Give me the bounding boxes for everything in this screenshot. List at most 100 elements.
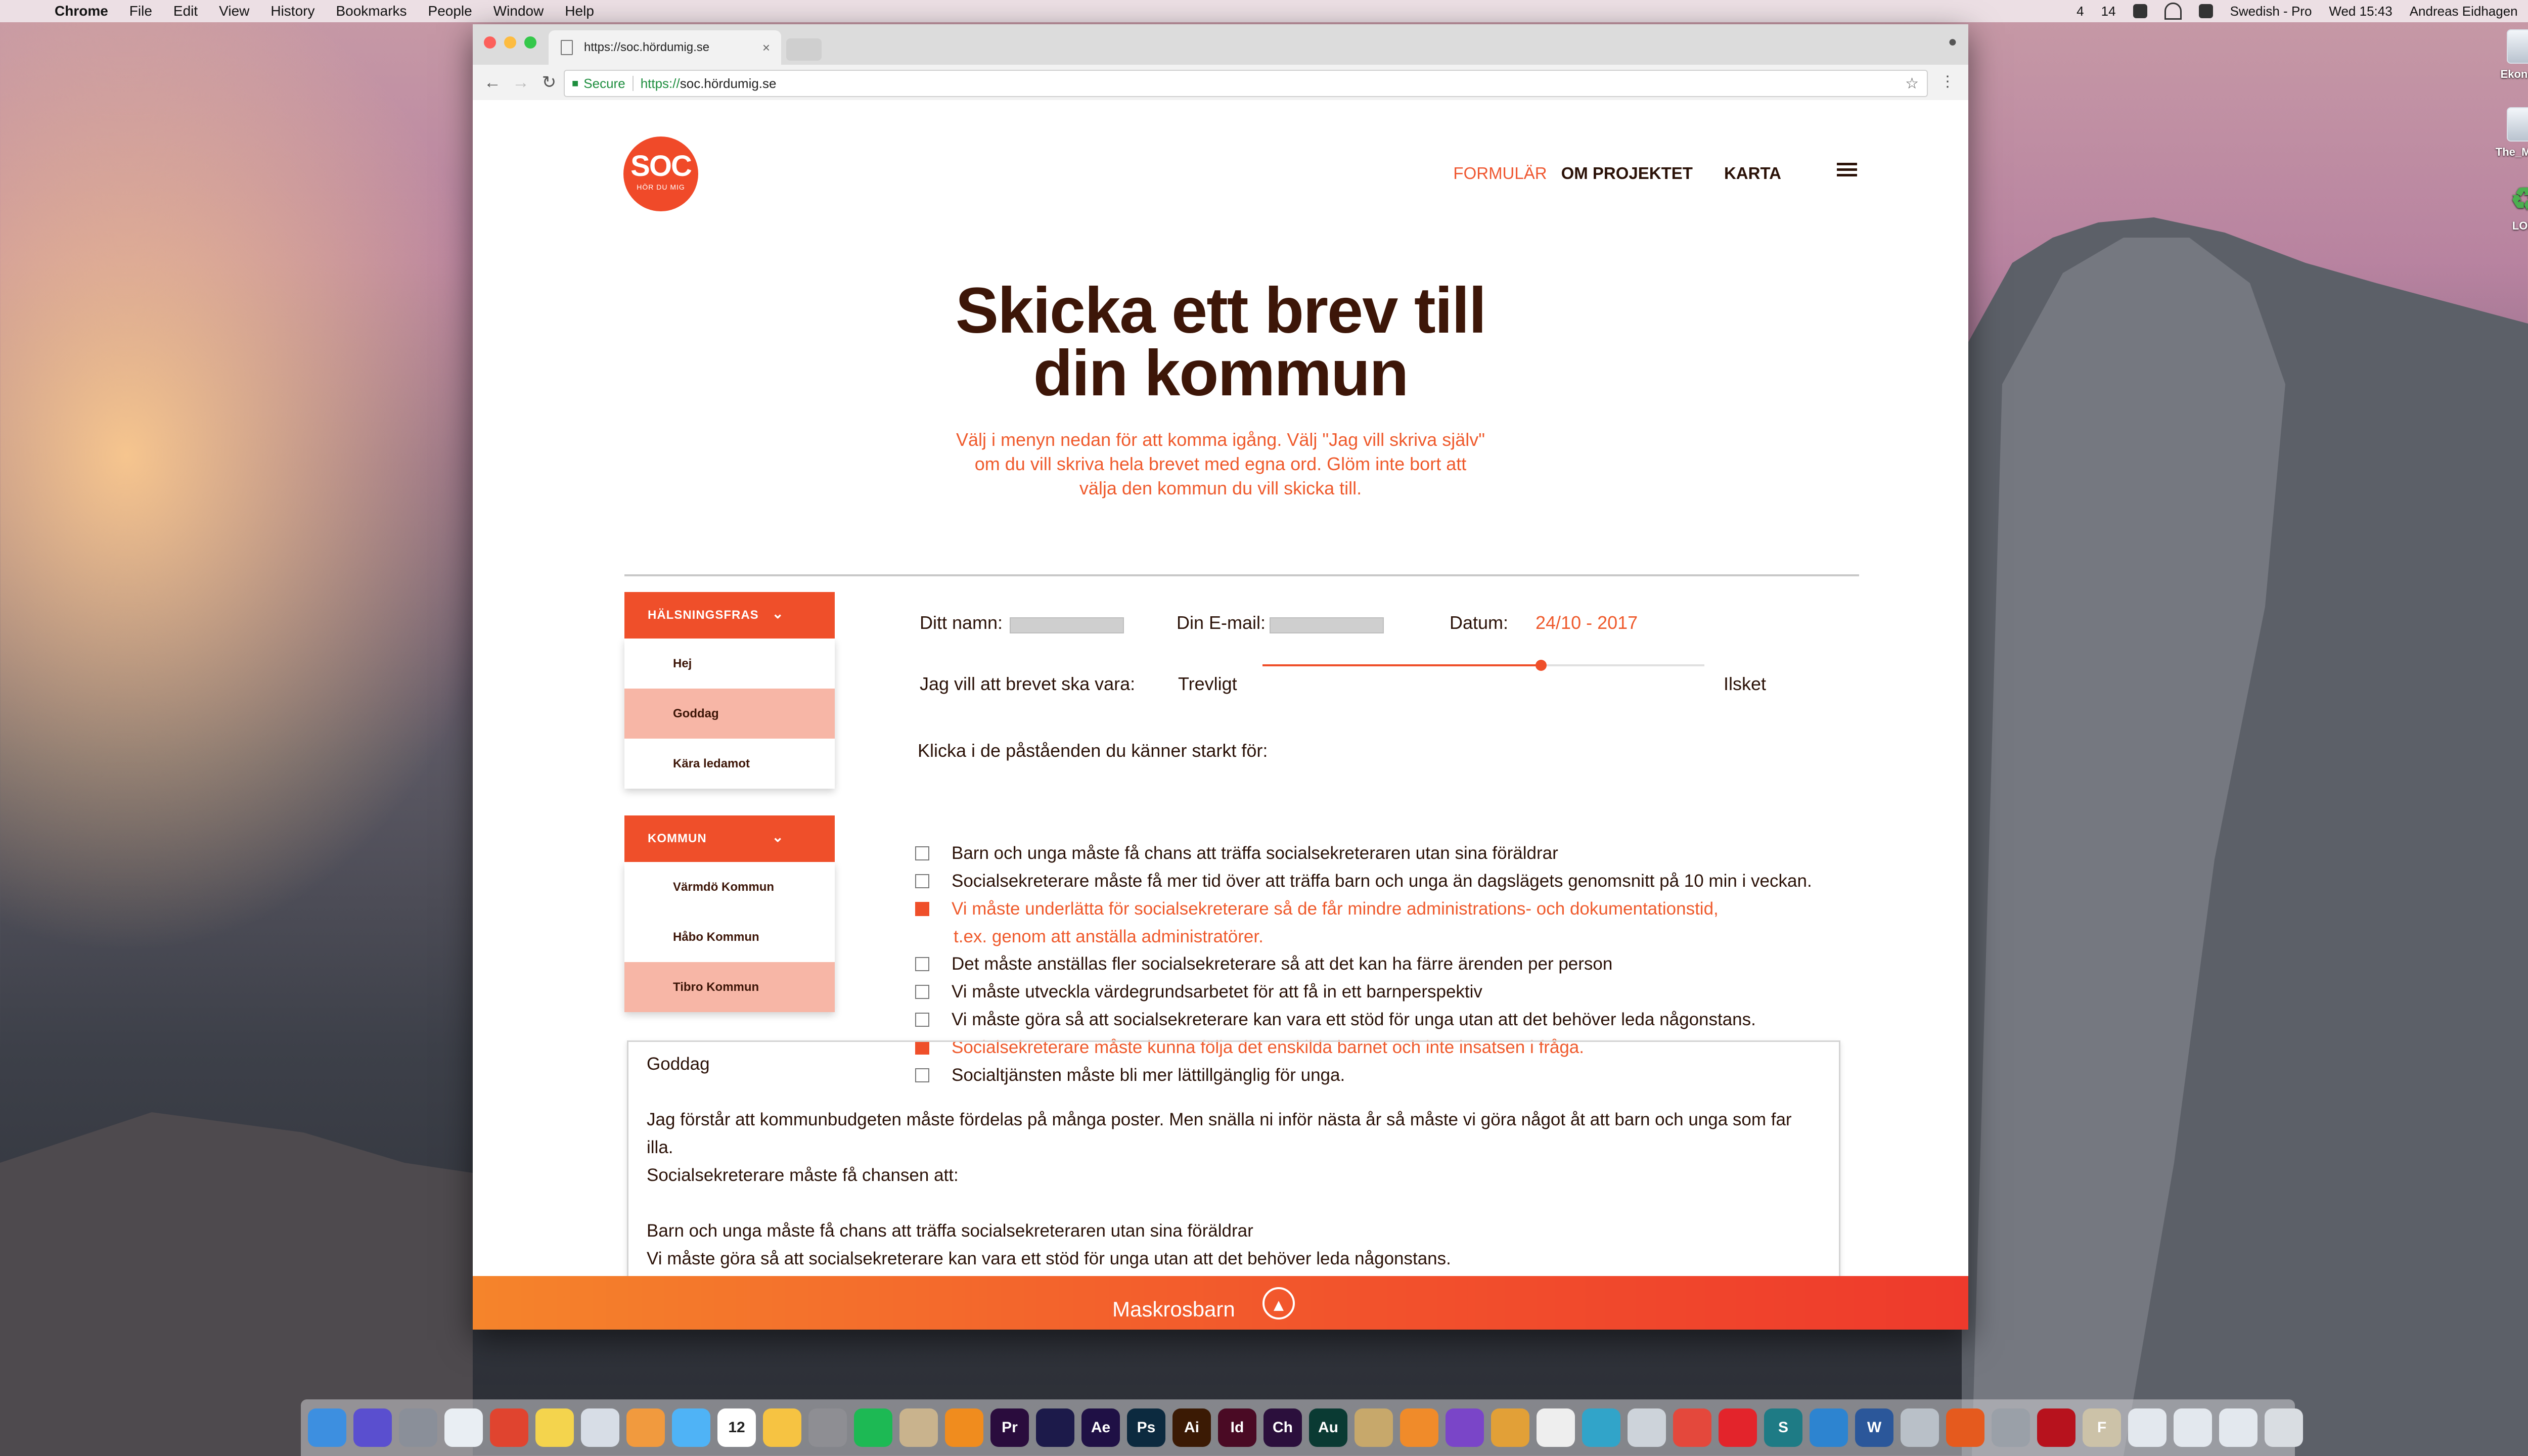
search-app-icon[interactable] <box>1582 1408 1620 1447</box>
statement-row[interactable]: Vi måste utveckla värdegrundsarbetet för… <box>915 982 1482 1002</box>
statement-checkbox[interactable] <box>915 1013 929 1027</box>
input-source[interactable]: Swedish - Pro <box>2230 4 2312 19</box>
greeting-option-hej[interactable]: Hej <box>624 639 835 689</box>
statement-row[interactable]: Barn och unga måste få chans att träffa … <box>915 843 1558 863</box>
hamburger-menu-icon[interactable] <box>1837 163 1857 179</box>
notepad-icon[interactable] <box>763 1408 801 1447</box>
desktop-icon-ekonomi[interactable]: Ekonomi <box>2484 29 2528 81</box>
calendar-icon[interactable]: 12 <box>717 1408 756 1447</box>
photoshop-icon[interactable]: Ps <box>1127 1408 1165 1447</box>
footer-emblem-icon[interactable]: ▲ <box>1262 1287 1295 1320</box>
tone-slider-handle[interactable] <box>1535 660 1547 671</box>
character-animator-icon[interactable]: Ch <box>1263 1408 1302 1447</box>
omnifocus-icon[interactable] <box>1446 1408 1484 1447</box>
system-preferences-icon[interactable] <box>808 1408 847 1447</box>
municipality-option-habo[interactable]: Håbo Kommun <box>624 912 835 962</box>
media-encoder-icon[interactable] <box>1036 1408 1074 1447</box>
browser-tab[interactable]: https://soc.hördumig.se × <box>549 30 781 65</box>
footer-brand[interactable]: Maskrosbarn <box>1112 1297 1235 1322</box>
trash-icon[interactable] <box>2265 1408 2303 1447</box>
volume-icon[interactable] <box>2198 4 2213 18</box>
illustrator-icon[interactable]: Ai <box>1172 1408 1211 1447</box>
books-icon[interactable] <box>1400 1408 1438 1447</box>
clock[interactable]: Wed 15:43 <box>2329 4 2392 19</box>
menu-app-name[interactable]: Chrome <box>55 3 108 19</box>
fire-icon[interactable] <box>1946 1408 1984 1447</box>
nav-karta[interactable]: KARTA <box>1724 164 1781 183</box>
menu-bookmarks[interactable]: Bookmarks <box>336 3 407 19</box>
greeting-dropdown-header[interactable]: HÄLSNINGSFRAS ⌄ <box>624 592 835 639</box>
folder-icon[interactable] <box>2128 1408 2166 1447</box>
status-badge-count[interactable]: 4 <box>2076 4 2084 19</box>
word-icon[interactable]: W <box>1855 1408 1893 1447</box>
after-effects-icon[interactable]: Ae <box>1081 1408 1120 1447</box>
profile-icon[interactable]: ● <box>1948 33 1957 51</box>
siri-icon[interactable] <box>353 1408 392 1447</box>
folder-icon[interactable] <box>2174 1408 2212 1447</box>
statement-checkbox[interactable] <box>915 985 929 999</box>
new-tab-button[interactable] <box>786 38 822 61</box>
menu-window[interactable]: Window <box>493 3 544 19</box>
menu-history[interactable]: History <box>270 3 314 19</box>
scribd-icon[interactable]: S <box>1764 1408 1802 1447</box>
flow-icon[interactable] <box>1810 1408 1848 1447</box>
desktop-icon-lod[interactable]: ♻ LOD <box>2484 183 2528 233</box>
photos-icon[interactable] <box>626 1408 665 1447</box>
municipality-option-varmdo[interactable]: Värmdö Kommun <box>624 862 835 912</box>
power-icon[interactable] <box>1719 1408 1757 1447</box>
bookmark-star-icon[interactable]: ☆ <box>1905 75 1919 93</box>
tasks-icon[interactable] <box>1491 1408 1529 1447</box>
email-field[interactable] <box>1270 617 1384 633</box>
nav-formular[interactable]: FORMULÄR <box>1453 164 1547 183</box>
finder-icon[interactable] <box>308 1408 346 1447</box>
user-name[interactable]: Andreas Eidhagen <box>2410 4 2518 19</box>
status-menu-icon[interactable] <box>2133 4 2147 18</box>
preview-scan-icon[interactable] <box>1901 1408 1939 1447</box>
script-icon[interactable] <box>899 1408 938 1447</box>
reload-icon[interactable]: ↻ <box>540 72 558 93</box>
back-icon[interactable]: ← <box>484 73 501 93</box>
site-logo[interactable]: SOC HÖR DU MIG <box>623 136 698 211</box>
close-window-button[interactable] <box>484 36 496 49</box>
rocket-icon[interactable] <box>1992 1408 2030 1447</box>
minimize-window-button[interactable] <box>504 36 516 49</box>
statement-checkbox[interactable] <box>915 957 929 971</box>
vlc-icon[interactable] <box>945 1408 983 1447</box>
apple-icon[interactable] <box>19 4 34 19</box>
statement-row[interactable]: Socialsekreterare måste få mer tid över … <box>915 871 1812 891</box>
municipality-option-tibro[interactable]: Tibro Kommun <box>624 962 835 1012</box>
greeting-option-goddag[interactable]: Goddag <box>624 689 835 739</box>
nav-om-projektet[interactable]: OM PROJEKTET <box>1561 164 1693 183</box>
package-icon[interactable] <box>1355 1408 1393 1447</box>
preview-icon[interactable] <box>581 1408 619 1447</box>
desktop-icon-the-motor[interactable]: The_Motor <box>2484 107 2528 159</box>
statement-checkbox[interactable] <box>915 874 929 888</box>
indesign-icon[interactable]: Id <box>1218 1408 1256 1447</box>
browser-menu-icon[interactable]: ⋮ <box>1940 73 1955 90</box>
statement-row[interactable]: Det måste anställas fler socialsekretera… <box>915 954 1612 974</box>
statement-row[interactable]: Vi måste göra så att socialsekreterare k… <box>915 1010 1756 1030</box>
menu-file[interactable]: File <box>129 3 152 19</box>
chrome-icon[interactable] <box>490 1408 528 1447</box>
statement-row[interactable]: Vi måste underlätta för socialsekreterar… <box>915 899 1719 919</box>
notes-icon[interactable] <box>535 1408 574 1447</box>
municipality-dropdown-header[interactable]: KOMMUN ⌄ <box>624 815 835 862</box>
close-tab-icon[interactable]: × <box>762 40 770 56</box>
todoist-icon[interactable] <box>1673 1408 1711 1447</box>
status-badge-count[interactable]: 14 <box>2101 4 2116 19</box>
forward-icon[interactable]: → <box>512 73 529 93</box>
statement-checkbox[interactable] <box>915 846 929 860</box>
screenshot-icon[interactable] <box>1628 1408 1666 1447</box>
statement-checkbox[interactable] <box>915 902 929 916</box>
greeting-option-kara-ledamot[interactable]: Kära ledamot <box>624 739 835 789</box>
menu-help[interactable]: Help <box>565 3 594 19</box>
menu-view[interactable]: View <box>219 3 249 19</box>
safari-icon[interactable] <box>444 1408 483 1447</box>
text-editor-icon[interactable]: F <box>2083 1408 2121 1447</box>
spotify-icon[interactable] <box>854 1408 892 1447</box>
name-field[interactable] <box>1010 617 1124 633</box>
launchpad-icon[interactable] <box>399 1408 437 1447</box>
address-bar[interactable]: ■ Secure https:// soc.hördumig.se ☆ <box>564 70 1928 97</box>
menu-people[interactable]: People <box>428 3 472 19</box>
audition-icon[interactable]: Au <box>1309 1408 1347 1447</box>
